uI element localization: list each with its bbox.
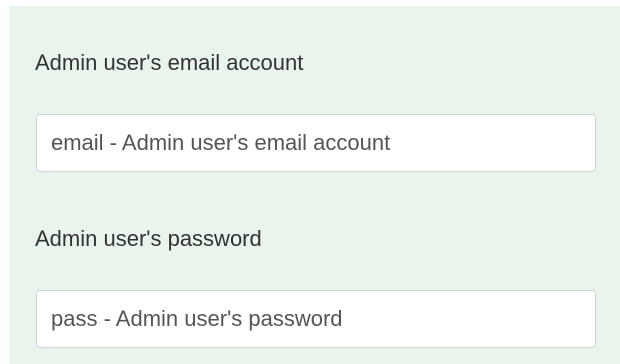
email-field[interactable] <box>36 114 596 172</box>
password-field[interactable] <box>36 290 596 348</box>
password-field-label: Admin user's password <box>35 226 262 251</box>
admin-credentials-panel: Admin user's email account Admin user's … <box>9 6 620 364</box>
email-field-label: Admin user's email account <box>35 50 304 75</box>
